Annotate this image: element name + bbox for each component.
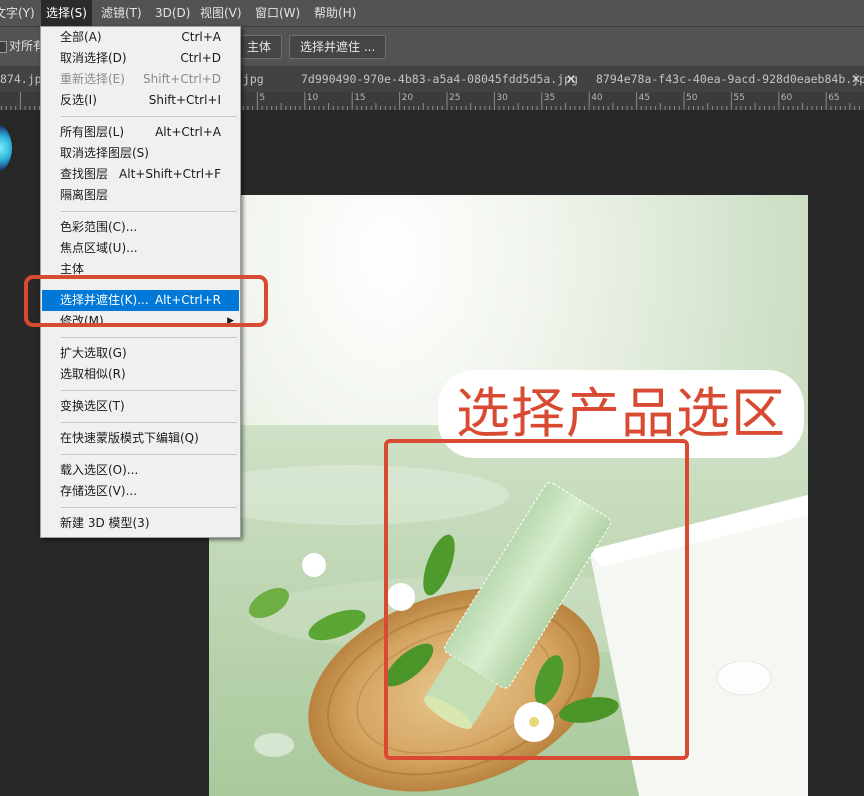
menu-item-select-all[interactable]: 全部(A) Ctrl+A bbox=[42, 27, 239, 48]
menu-item-shortcut: Alt+Shift+Ctrl+F bbox=[119, 167, 221, 181]
close-tab-icon[interactable]: ✕ bbox=[851, 66, 861, 92]
menu-item-label: 在快速蒙版模式下编辑(Q) bbox=[60, 431, 199, 445]
close-tab-icon[interactable]: ✕ bbox=[566, 66, 576, 92]
menu-window[interactable]: 窗口(W) bbox=[255, 0, 300, 26]
menu-item-label: 查找图层 bbox=[60, 167, 109, 181]
menu-item-grow[interactable]: 扩大选取(G) bbox=[42, 343, 239, 364]
menu-item-annotation-box bbox=[24, 275, 268, 327]
menu-item-inverse[interactable]: 反选(I) Shift+Ctrl+I bbox=[42, 90, 239, 111]
product-selection-annotation-box bbox=[384, 439, 689, 760]
menu-item-label: 反选(I) bbox=[60, 93, 97, 107]
sample-all-layers-checkbox[interactable] bbox=[0, 41, 7, 53]
ruler-tick-label: 65 bbox=[828, 93, 840, 103]
ruler-tick-label: 10 bbox=[306, 93, 319, 103]
select-subject-button[interactable]: 主体 bbox=[236, 35, 283, 59]
menu-item-label: 全部(A) bbox=[60, 30, 102, 44]
menu-item-isolate-layers[interactable]: 隔离图层 bbox=[42, 185, 239, 206]
menu-separator bbox=[61, 422, 237, 423]
menu-item-new-3d-model[interactable]: 新建 3D 模型(3) bbox=[42, 513, 239, 534]
ruler-tick-label: 40 bbox=[591, 93, 603, 103]
menu-item-shortcut: Ctrl+A bbox=[181, 30, 221, 44]
menu-select[interactable]: 选择(S) bbox=[41, 0, 92, 26]
menu-help[interactable]: 帮助(H) bbox=[314, 0, 356, 26]
ruler-tick-label: 55 bbox=[733, 93, 745, 103]
menu-item-deselect[interactable]: 取消选择(D) Ctrl+D bbox=[42, 48, 239, 69]
menu-item-label: 选取相似(R) bbox=[60, 367, 126, 381]
menu-item-load-selection[interactable]: 载入选区(O)... bbox=[42, 460, 239, 481]
menu-item-quick-mask[interactable]: 在快速蒙版模式下编辑(Q) bbox=[42, 428, 239, 449]
menu-item-label: 色彩范围(C)... bbox=[60, 220, 138, 234]
menu-item-similar[interactable]: 选取相似(R) bbox=[42, 364, 239, 385]
menu-separator bbox=[61, 390, 237, 391]
menu-item-label: 新建 3D 模型(3) bbox=[60, 516, 150, 530]
menu-type[interactable]: 文字(Y) bbox=[0, 0, 35, 26]
menu-separator bbox=[61, 116, 237, 117]
ruler-tick-label: 20 bbox=[401, 93, 414, 103]
menu-item-label: 载入选区(O)... bbox=[60, 463, 139, 477]
menu-item-label: 重新选择(E) bbox=[60, 72, 125, 86]
menu-item-shortcut: Alt+Ctrl+A bbox=[155, 125, 221, 139]
menu-item-reselect[interactable]: 重新选择(E) Shift+Ctrl+D bbox=[42, 69, 239, 90]
menu-item-save-selection[interactable]: 存储选区(V)... bbox=[42, 481, 239, 502]
menu-item-deselect-layers[interactable]: 取消选择图层(S) bbox=[42, 143, 239, 164]
menu-item-label: 隔离图层 bbox=[60, 188, 109, 202]
tab-document-3[interactable]: 7d990490-970e-4b83-a5a4-08045fdd5d5a.jpg bbox=[301, 66, 578, 92]
tab-document-4[interactable]: 8794e78a-f43c-40ea-9acd-928d0eaeb84b.jpg bbox=[596, 66, 864, 92]
menu-item-label: 焦点区域(U)... bbox=[60, 241, 138, 255]
menu-view[interactable]: 视图(V) bbox=[200, 0, 242, 26]
ruler-tick-label: 45 bbox=[638, 93, 651, 103]
menu-item-shortcut: Ctrl+D bbox=[180, 51, 221, 65]
ruler-tick-label: 15 bbox=[354, 93, 366, 103]
menu-item-label: 存储选区(V)... bbox=[60, 484, 138, 498]
ruler-tick-label: 5 bbox=[259, 93, 266, 103]
menu-item-label: 取消选择(D) bbox=[60, 51, 127, 65]
menu-item-shortcut: Shift+Ctrl+D bbox=[143, 72, 221, 86]
menu-3d[interactable]: 3D(D) bbox=[155, 0, 190, 26]
menu-item-transform-selection[interactable]: 变换选区(T) bbox=[42, 396, 239, 417]
ruler-tick-label: 25 bbox=[449, 93, 461, 103]
menu-bar: 文字(Y) 选择(S) 滤镜(T) 3D(D) 视图(V) 窗口(W) 帮助(H… bbox=[0, 0, 864, 26]
menu-filter[interactable]: 滤镜(T) bbox=[101, 0, 142, 26]
menu-item-color-range[interactable]: 色彩范围(C)... bbox=[42, 217, 239, 238]
menu-item-label: 所有图层(L) bbox=[60, 125, 125, 139]
menu-item-find-layers[interactable]: 查找图层 Alt+Shift+Ctrl+F bbox=[42, 164, 239, 185]
menu-separator bbox=[61, 454, 237, 455]
menu-separator bbox=[61, 337, 237, 338]
ruler-tick-label: 50 bbox=[686, 93, 698, 103]
ruler-tick-label: 30 bbox=[496, 93, 508, 103]
menu-item-label: 取消选择图层(S) bbox=[60, 146, 149, 160]
ruler-tick-label: 35 bbox=[543, 93, 556, 103]
menu-separator bbox=[61, 211, 237, 212]
ruler-tick-label: 60 bbox=[780, 93, 793, 103]
menu-item-label: 变换选区(T) bbox=[60, 399, 125, 413]
menu-item-label: 扩大选取(G) bbox=[60, 346, 127, 360]
menu-item-shortcut: Shift+Ctrl+I bbox=[148, 93, 221, 107]
menu-separator bbox=[61, 507, 237, 508]
menu-item-focus-area[interactable]: 焦点区域(U)... bbox=[42, 238, 239, 259]
select-and-mask-button[interactable]: 选择并遮住 ... bbox=[289, 35, 387, 59]
menu-item-all-layers[interactable]: 所有图层(L) Alt+Ctrl+A bbox=[42, 122, 239, 143]
